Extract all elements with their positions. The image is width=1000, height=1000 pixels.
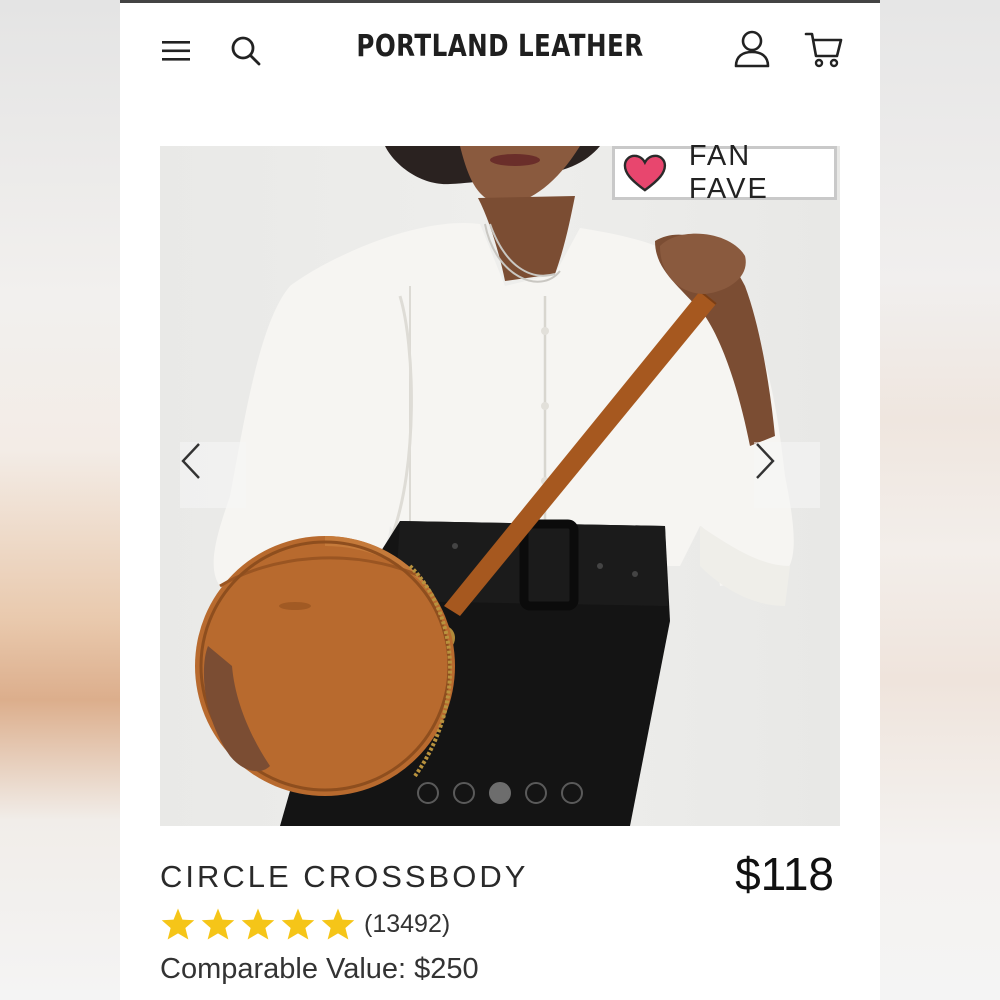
fan-fave-badge: FAN FAVE [612,140,837,205]
star-icon [281,908,315,940]
product-price: $118 [735,848,834,900]
site-header: PORTLAND LEATHER [120,3,880,103]
carousel-dots [160,782,840,804]
heart-icon [623,154,667,192]
carousel-dot[interactable] [417,782,439,804]
account-icon [734,30,770,68]
cart-icon [804,32,843,68]
account-button[interactable] [732,29,772,69]
star-icon [241,908,275,940]
star-icon [321,908,355,940]
star-icon [161,908,195,940]
carousel-dot[interactable] [561,782,583,804]
product-title: CIRCLE CROSSBODY [160,859,529,894]
carousel-dot[interactable] [525,782,547,804]
star-rating [160,907,356,941]
comparable-value: Comparable Value: $250 [160,953,479,985]
cart-button[interactable] [804,29,844,69]
menu-icon [162,41,190,61]
chevron-left-icon [181,443,200,479]
mobile-page: PORTLAND LEATHER FAN FAVE CIRCLE CROSSBO… [120,0,880,1000]
brand-logo[interactable]: PORTLAND LEATHER [188,29,811,64]
carousel-dot[interactable] [453,782,475,804]
review-count[interactable]: (13492) [364,910,450,939]
product-photo [195,146,794,826]
carousel-prev-button[interactable] [180,442,246,508]
product-image-carousel[interactable] [160,146,840,826]
blurred-backdrop-left [0,0,120,1000]
star-icon [201,908,235,940]
product-rating[interactable]: (13492) [160,907,450,941]
blurred-backdrop-right [880,0,1000,1000]
carousel-next-button[interactable] [754,442,820,508]
chevron-right-icon [756,443,775,479]
carousel-dot[interactable] [489,782,511,804]
badge-label: FAN FAVE [688,140,769,205]
